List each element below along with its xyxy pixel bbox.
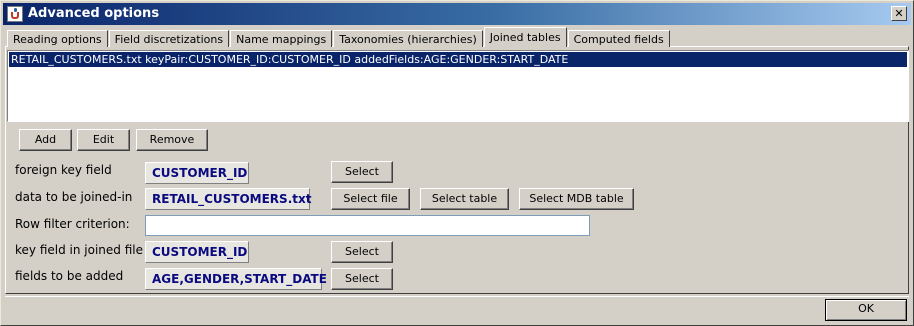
foreign-key-label: foreign key field [15,163,112,177]
fields-added-select-button[interactable]: Select [331,268,393,290]
tab-field-discretizations[interactable]: Field discretizations [108,30,230,47]
tab-taxonomies[interactable]: Taxonomies (hierarchies) [333,30,483,47]
footer-divider [5,296,909,297]
tab-joined-tables[interactable]: Joined tables [483,27,567,47]
title-bar[interactable]: Advanced options ✕ [3,3,911,25]
select-file-button[interactable]: Select file [331,188,410,210]
list-item[interactable]: RETAIL_CUSTOMERS.txt keyPair:CUSTOMER_ID… [9,52,907,67]
row-filter-input[interactable] [145,215,590,236]
key-field-select-button[interactable]: Select [331,241,393,263]
tab-computed-fields[interactable]: Computed fields [567,30,670,47]
key-field-label: key field in joined file [15,243,143,257]
foreign-key-select-button[interactable]: Select [331,161,393,183]
add-button[interactable]: Add [19,129,72,151]
fields-added-label: fields to be added [15,269,124,283]
foreign-key-value: CUSTOMER_ID [145,162,249,184]
ok-button[interactable]: OK [825,299,907,321]
joined-tables-list[interactable]: RETAIL_CUSTOMERS.txt keyPair:CUSTOMER_ID… [7,50,909,122]
data-joined-value: RETAIL_CUSTOMERS.txt [145,188,311,210]
tab-name-mappings[interactable]: Name mappings [230,30,333,47]
data-joined-label: data to be joined-in [15,190,133,204]
remove-button[interactable]: Remove [136,129,208,151]
select-mdb-table-button[interactable]: Select MDB table [519,188,634,210]
java-cup-icon [7,6,23,22]
select-table-button[interactable]: Select table [420,188,509,210]
fields-added-value: AGE,GENDER,START_DATE [145,268,327,290]
tab-strip: Reading options Field discretizations Na… [7,27,671,47]
close-icon: ✕ [894,7,904,20]
tab-reading-options[interactable]: Reading options [7,30,108,47]
advanced-options-window: Advanced options ✕ Reading options Field… [0,0,914,326]
window-title: Advanced options [28,6,160,21]
row-filter-label: Row filter criterion: [15,217,130,231]
close-button[interactable]: ✕ [891,6,907,21]
key-field-value: CUSTOMER_ID [145,241,249,263]
edit-button[interactable]: Edit [77,129,130,151]
